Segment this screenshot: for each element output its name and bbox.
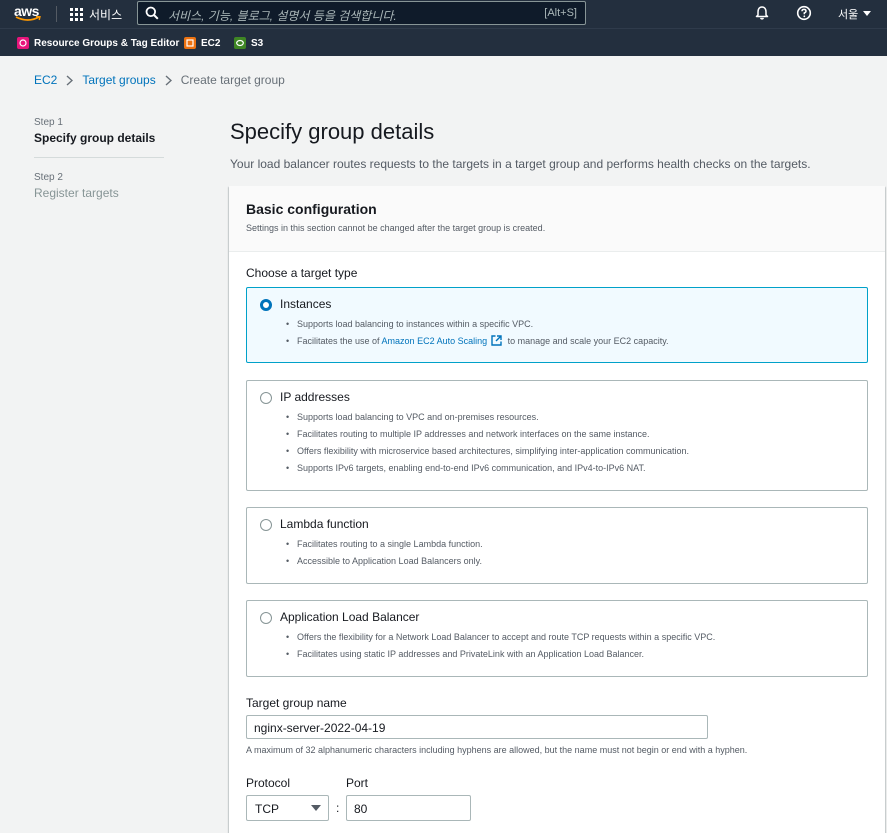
favorite-s3[interactable]: S3 [234, 37, 263, 49]
option-title: Instances [280, 297, 332, 311]
breadcrumb-ec2[interactable]: EC2 [34, 73, 57, 87]
top-navigation: aws 서비스 서비스, 기능, 블로그, 설명서 등을 검색합니다. [Alt… [0, 0, 887, 28]
panel-subtitle: Settings in this section cannot be chang… [246, 223, 546, 233]
bullet-item: Facilitates routing to multiple IP addre… [286, 428, 689, 445]
page-title: Specify group details [230, 119, 435, 144]
option-bullets: Supports load balancing to VPC and on-pr… [286, 411, 689, 479]
bullet-item: Facilitates routing to a single Lambda f… [286, 538, 483, 555]
help-icon[interactable] [796, 5, 812, 21]
ec2-auto-scaling-link[interactable]: Amazon EC2 Auto Scaling [382, 336, 488, 346]
bullet-item: Accessible to Application Load Balancers… [286, 555, 483, 572]
services-label: 서비스 [89, 7, 123, 22]
panel-header: Basic configuration Settings in this sec… [229, 186, 885, 252]
favorite-label: S3 [251, 37, 264, 49]
breadcrumb: EC2 Target groups Create target group [34, 72, 285, 88]
bullet-item: Offers flexibility with microservice bas… [286, 445, 689, 462]
option-title: Application Load Balancer [280, 610, 420, 624]
port-label: Port [346, 776, 369, 790]
radio-button[interactable] [260, 612, 272, 624]
aws-logo[interactable]: aws [14, 3, 44, 25]
step-divider [34, 157, 164, 158]
bullet-item: Facilitates using static IP addresses an… [286, 648, 715, 665]
target-type-ip-addresses[interactable]: IP addresses Supports load balancing to … [246, 380, 868, 491]
region-label: 서울 [838, 9, 859, 21]
target-type-alb[interactable]: Application Load Balancer Offers the fle… [246, 600, 868, 677]
breadcrumb-current: Create target group [180, 73, 285, 87]
services-menu-button[interactable]: 서비스 [70, 5, 122, 23]
search-icon [145, 6, 159, 20]
target-group-name-label: Target group name [246, 696, 347, 710]
step-number: Step 2 [34, 172, 63, 183]
target-type-lambda[interactable]: Lambda function Facilitates routing to a… [246, 507, 868, 584]
option-bullets: Facilitates routing to a single Lambda f… [286, 538, 483, 572]
protocol-value: TCP [255, 802, 279, 816]
breadcrumb-target-groups[interactable]: Target groups [82, 73, 155, 87]
target-group-name-input[interactable]: nginx-server-2022-04-19 [246, 715, 708, 739]
aws-smile-icon [15, 16, 41, 21]
external-link-icon [491, 335, 502, 346]
option-bullets: Offers the flexibility for a Network Loa… [286, 631, 715, 665]
page-description: Your load balancer routes requests to th… [230, 157, 811, 171]
caret-down-icon [311, 805, 321, 811]
step-number: Step 1 [34, 117, 63, 128]
wizard-steps: Step 1 Specify group details Step 2 Regi… [34, 117, 164, 200]
bullet-text: to manage and scale your EC2 capacity. [505, 336, 669, 346]
basic-configuration-panel: Basic configuration Settings in this sec… [229, 186, 885, 833]
bullet-item: Supports IPv6 targets, enabling end-to-e… [286, 462, 689, 479]
notification-bell-icon[interactable] [754, 5, 770, 21]
protocol-label: Protocol [246, 776, 291, 790]
bullet-item: Offers the flexibility for a Network Loa… [286, 631, 715, 648]
step-title: Specify group details [34, 131, 156, 145]
search-shortcut: [Alt+S] [544, 7, 577, 19]
region-selector[interactable]: 서울 [838, 6, 872, 22]
option-title: Lambda function [280, 517, 369, 531]
ec2-icon [184, 37, 196, 49]
favorites-bar: Resource Groups & Tag Editor EC2 S3 [0, 28, 887, 56]
protocol-select[interactable]: TCP [246, 795, 329, 821]
search-placeholder: 서비스, 기능, 블로그, 설명서 등을 검색합니다. [168, 9, 397, 23]
caret-down-icon [863, 11, 872, 16]
favorite-resource-groups[interactable]: Resource Groups & Tag Editor [17, 37, 179, 49]
favorite-label: Resource Groups & Tag Editor [34, 37, 180, 49]
favorite-ec2[interactable]: EC2 [184, 37, 220, 49]
s3-icon [234, 37, 246, 49]
protocol-port-separator: : [336, 801, 340, 815]
port-input[interactable]: 80 [346, 795, 471, 821]
bullet-item: Supports load balancing to instances wit… [286, 318, 669, 335]
step-2: Step 2 Register targets [34, 172, 164, 200]
nav-divider [56, 6, 57, 22]
radio-button[interactable] [260, 519, 272, 531]
chevron-right-icon [165, 74, 172, 86]
option-bullets: Supports load balancing to instances wit… [286, 318, 669, 352]
search-input[interactable]: 서비스, 기능, 블로그, 설명서 등을 검색합니다. [Alt+S] [137, 1, 586, 25]
step-title: Register targets [34, 186, 119, 200]
radio-button[interactable] [260, 392, 272, 404]
bullet-item: Facilitates the use of Amazon EC2 Auto S… [286, 335, 669, 352]
bullet-text: Facilitates the use of [297, 336, 382, 346]
target-type-label: Choose a target type [246, 266, 358, 280]
panel-title: Basic configuration [246, 201, 377, 217]
favorite-label: EC2 [201, 37, 221, 49]
target-type-instances[interactable]: Instances Supports load balancing to ins… [246, 287, 868, 363]
resource-groups-icon [17, 37, 29, 49]
grid-icon [70, 7, 83, 21]
option-title: IP addresses [280, 390, 350, 404]
chevron-right-icon [66, 74, 74, 86]
step-1: Step 1 Specify group details [34, 117, 164, 145]
radio-button-checked[interactable] [260, 299, 272, 311]
target-group-name-hint: A maximum of 32 alphanumeric characters … [246, 745, 748, 755]
bullet-item: Supports load balancing to VPC and on-pr… [286, 411, 689, 428]
